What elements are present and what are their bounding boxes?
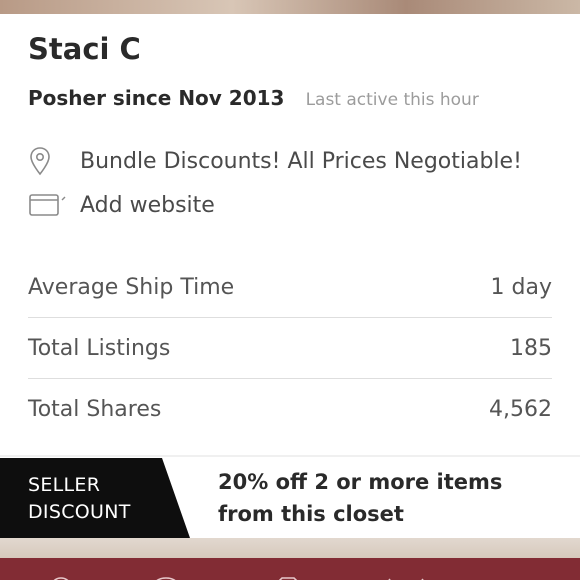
stat-value: 1 day [490,274,552,300]
stat-value: 4,562 [489,396,552,422]
share-icon[interactable] [376,572,436,580]
menu-icon[interactable] [498,572,548,580]
cover-photo-strip [0,0,580,14]
camera-icon[interactable] [268,572,308,580]
add-website-link[interactable]: Add website [80,193,215,218]
stat-row-listings: Total Listings 185 [28,318,552,379]
stat-label: Average Ship Time [28,274,235,300]
feed-icon[interactable] [46,572,76,580]
closet-stats: Average Ship Time 1 day Total Listings 1… [28,257,552,439]
background-texture [0,538,580,558]
profile-screen: Staci C Posher since Nov 2013 Last activ… [0,0,580,580]
tag-line-seller: SELLER [28,474,101,496]
seller-discount-tag-text: SELLER DISCOUNT [28,472,131,526]
location-text: Bundle Discounts! All Prices Negotiable! [80,148,522,174]
profile-name: Staci C [28,32,141,66]
location-pin-icon [28,146,68,176]
stat-label: Total Listings [28,335,171,361]
member-info: Posher since Nov 2013 Last active this h… [28,86,479,110]
search-icon[interactable] [150,572,182,580]
stat-row-ship-time: Average Ship Time 1 day [28,257,552,318]
seller-discount-banner[interactable]: SELLER DISCOUNT 20% off 2 or more items … [0,458,580,538]
discount-description: 20% off 2 or more items from this closet [218,470,503,526]
last-active-status: Last active this hour [305,90,479,110]
posher-since: Posher since Nov 2013 [28,86,285,110]
tag-line-discount: DISCOUNT [28,501,131,523]
stat-row-shares: Total Shares 4,562 [28,379,552,439]
website-row[interactable]: Add website [28,188,215,222]
bottom-nav-bar [0,558,580,580]
stat-label: Total Shares [28,396,162,422]
location-row: Bundle Discounts! All Prices Negotiable! [28,144,522,178]
browser-window-icon [28,190,68,220]
divider [0,455,580,457]
stat-value: 185 [510,335,552,361]
